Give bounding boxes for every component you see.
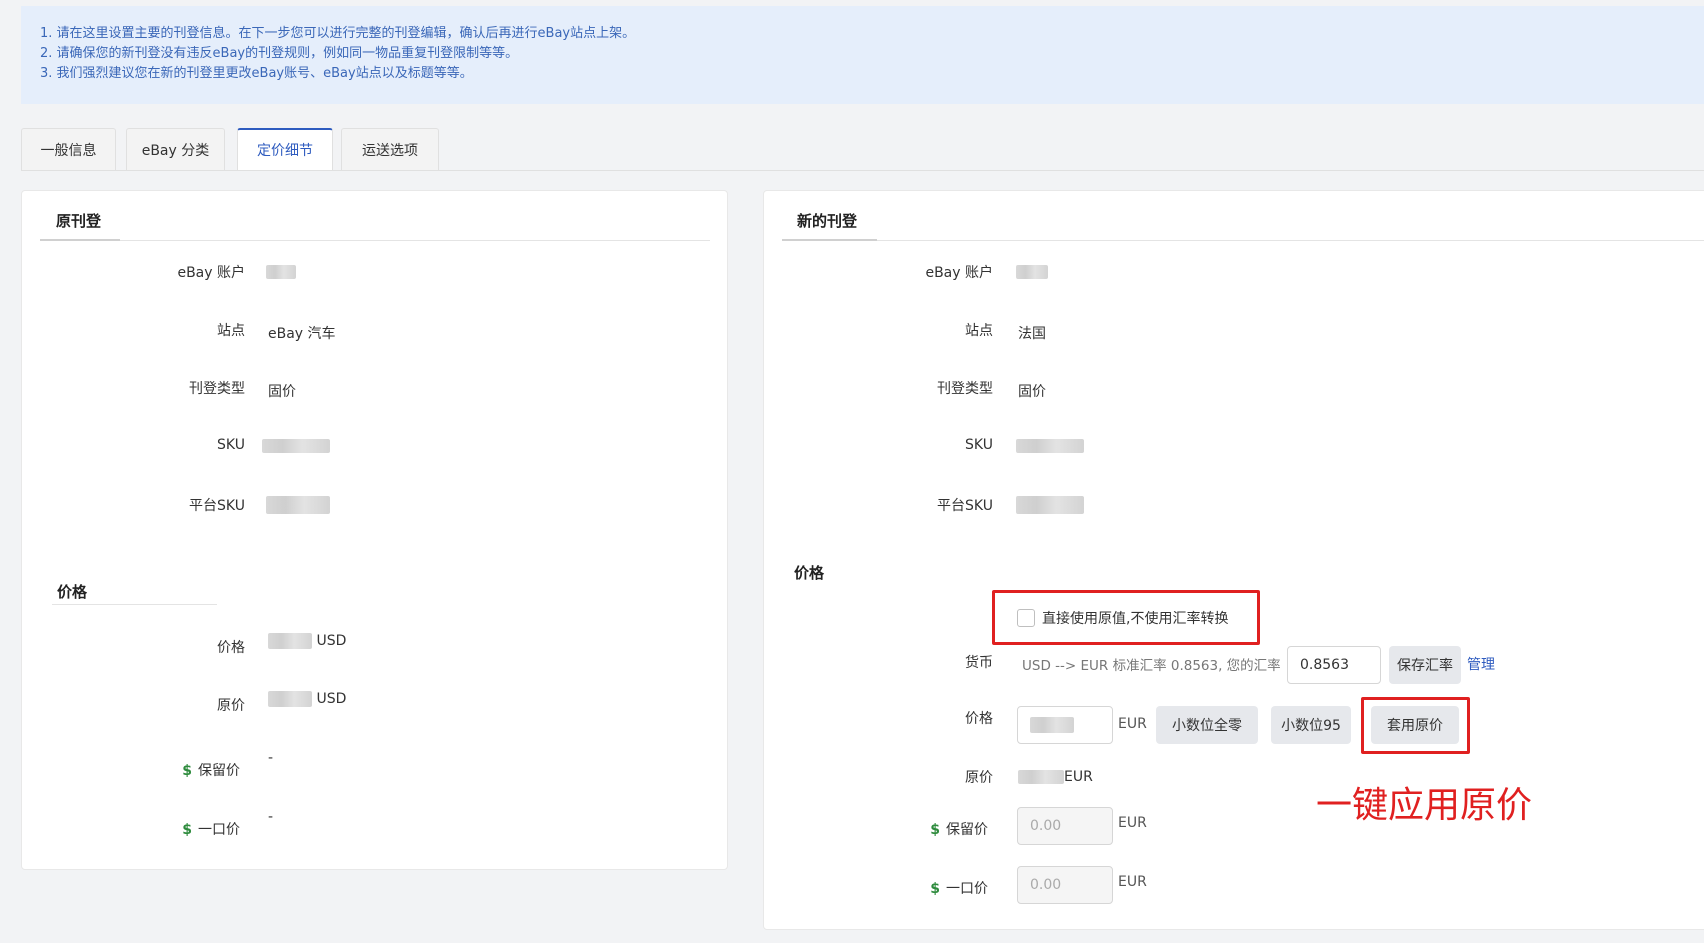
original-type-label: 刊登类型 xyxy=(189,381,245,397)
original-listing-panel xyxy=(21,190,728,870)
new-reserve-input[interactable]: 0.00 xyxy=(1017,807,1113,845)
original-price-label: 价格 xyxy=(217,640,245,656)
original-bin-value: - xyxy=(268,809,274,825)
original-sku-value xyxy=(262,438,330,454)
new-orig-price-label: 原价 xyxy=(965,770,993,786)
new-bin-input[interactable]: 0.00 xyxy=(1017,866,1113,904)
new-bin-label: $ 一口价 xyxy=(888,878,988,898)
original-price-currency: USD xyxy=(316,633,347,649)
dollar-icon: $ xyxy=(182,822,192,838)
original-title-rule xyxy=(40,240,710,241)
new-sku-label: SKU xyxy=(965,437,993,453)
new-title-rule xyxy=(782,240,1704,241)
original-reserve-value: - xyxy=(268,750,274,766)
new-price-currency: EUR xyxy=(1118,716,1147,732)
new-title-underline xyxy=(782,239,877,241)
original-price-rule xyxy=(52,604,217,605)
new-type-value: 固价 xyxy=(1018,384,1046,400)
original-site-label: 站点 xyxy=(217,323,245,339)
new-currency-label: 货币 xyxy=(965,655,993,671)
original-price-section: 价格 xyxy=(57,583,88,601)
new-orig-price-value: EUR xyxy=(1018,769,1093,785)
new-price-section: 价格 xyxy=(794,564,825,582)
new-sku-value xyxy=(1016,438,1084,454)
original-platform-sku-value xyxy=(266,496,330,514)
notice-line-3: 3. 我们强烈建议您在新的刊登里更改eBay账号、eBay站点以及标题等等。 xyxy=(40,66,473,81)
tab-ebay-category[interactable]: eBay 分类 xyxy=(126,128,225,170)
original-title: 原刊登 xyxy=(56,212,102,230)
dollar-icon: $ xyxy=(930,822,940,838)
original-reserve-text: 保留价 xyxy=(198,763,240,779)
original-orig-price-value: USD xyxy=(268,691,346,707)
new-bin-text: 一口价 xyxy=(946,881,988,897)
new-bin-currency: EUR xyxy=(1118,874,1147,890)
original-bin-text: 一口价 xyxy=(198,822,240,838)
tab-shipping[interactable]: 运送选项 xyxy=(341,128,439,170)
original-title-underline xyxy=(40,239,120,241)
new-site-value: 法国 xyxy=(1018,326,1046,342)
currency-rate-text: USD --> EUR 标准汇率 0.8563, 您的汇率 xyxy=(1022,658,1281,674)
new-account-value xyxy=(1016,264,1048,280)
new-reserve-currency: EUR xyxy=(1118,815,1147,831)
decimal-95-button[interactable]: 小数位95 xyxy=(1271,706,1351,744)
new-price-label: 价格 xyxy=(965,711,993,727)
apply-original-price-button[interactable]: 套用原价 xyxy=(1371,706,1459,744)
new-title: 新的刊登 xyxy=(797,212,858,230)
new-platform-sku-value xyxy=(1016,496,1084,514)
original-price-value: USD xyxy=(268,633,346,649)
tab-pricing[interactable]: 定价细节 xyxy=(237,128,333,170)
original-site-value: eBay 汽车 xyxy=(268,326,336,342)
rate-input[interactable]: 0.8563 xyxy=(1287,646,1381,684)
original-bin-label: $ 一口价 xyxy=(140,819,240,839)
direct-use-label: 直接使用原值,不使用汇率转换 xyxy=(1042,611,1229,627)
new-account-label: eBay 账户 xyxy=(925,265,993,281)
original-reserve-label: $ 保留价 xyxy=(140,760,240,780)
original-type-value: 固价 xyxy=(268,384,296,400)
original-platform-sku-label: 平台SKU xyxy=(189,498,245,514)
manage-link[interactable]: 管理 xyxy=(1467,654,1495,674)
new-site-label: 站点 xyxy=(965,323,993,339)
tab-general[interactable]: 一般信息 xyxy=(21,128,116,170)
new-reserve-text: 保留价 xyxy=(946,822,988,838)
decimal-zero-button[interactable]: 小数位全零 xyxy=(1156,706,1258,744)
annotation-text: 一键应用原价 xyxy=(1316,785,1533,826)
tab-divider xyxy=(21,170,1704,171)
save-rate-button[interactable]: 保存汇率 xyxy=(1389,646,1461,684)
new-reserve-label: $ 保留价 xyxy=(888,819,988,839)
dollar-icon: $ xyxy=(182,763,192,779)
new-price-input[interactable] xyxy=(1017,706,1113,744)
notice-line-2: 2. 请确保您的新刊登没有违反eBay的刊登规则，例如同一物品重复刊登限制等等。 xyxy=(40,46,519,61)
new-platform-sku-label: 平台SKU xyxy=(937,498,993,514)
new-orig-price-currency: EUR xyxy=(1064,769,1093,785)
notice-line-1: 1. 请在这里设置主要的刊登信息。在下一步您可以进行完整的刊登编辑，确认后再进行… xyxy=(40,26,636,41)
original-sku-label: SKU xyxy=(217,437,245,453)
original-account-value xyxy=(266,264,296,280)
direct-use-checkbox[interactable] xyxy=(1017,609,1035,627)
original-orig-price-label: 原价 xyxy=(217,698,245,714)
dollar-icon: $ xyxy=(930,881,940,897)
new-type-label: 刊登类型 xyxy=(937,381,993,397)
original-account-label: eBay 账户 xyxy=(177,265,245,281)
original-orig-price-currency: USD xyxy=(316,691,347,707)
info-notice: 1. 请在这里设置主要的刊登信息。在下一步您可以进行完整的刊登编辑，确认后再进行… xyxy=(21,6,1704,104)
